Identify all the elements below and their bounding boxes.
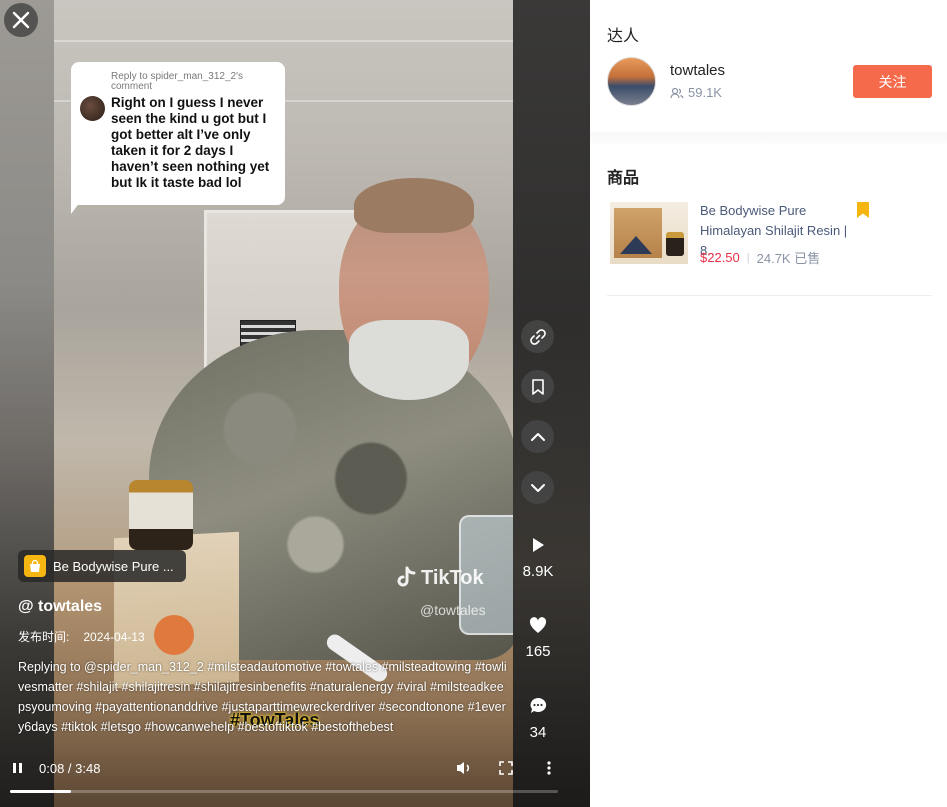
app-root: Reply to spider_man_312_2's comment Righ… bbox=[0, 0, 947, 807]
plays-stat: 8.9K bbox=[514, 536, 562, 580]
product-chip-label: Be Bodywise Pure ... bbox=[53, 558, 174, 574]
progress-bar[interactable] bbox=[10, 790, 558, 793]
product-card[interactable]: Be Bodywise Pure Himalayan Shilajit Resi… bbox=[607, 196, 932, 296]
product-sold: 24.7K 已售 bbox=[756, 251, 821, 266]
reply-header: Reply to spider_man_312_2's comment bbox=[111, 71, 243, 92]
next-video-button[interactable] bbox=[521, 471, 554, 504]
fans-count: 59.1K bbox=[688, 85, 722, 100]
publish-label: 发布时间: bbox=[18, 630, 70, 644]
followers-icon bbox=[670, 87, 684, 98]
volume-button[interactable] bbox=[455, 760, 473, 781]
chevron-up-icon bbox=[530, 432, 545, 441]
likes-count: 165 bbox=[525, 643, 551, 660]
products-section-title: 商品 bbox=[607, 170, 640, 187]
reply-comment-sticker: Reply to spider_man_312_2's comment Righ… bbox=[71, 62, 285, 205]
comment-icon bbox=[530, 697, 547, 713]
more-options-button[interactable] bbox=[544, 760, 554, 781]
reply-tail bbox=[71, 198, 83, 214]
tiktok-watermark-handle: @towtales bbox=[420, 602, 486, 618]
person-hair bbox=[354, 178, 474, 233]
play-count-icon bbox=[533, 538, 544, 552]
thumbnail-jar bbox=[666, 232, 684, 256]
section-divider bbox=[590, 132, 947, 144]
commenter-avatar bbox=[80, 96, 105, 121]
close-icon bbox=[12, 11, 30, 29]
bookmark-button[interactable] bbox=[521, 370, 554, 403]
fullscreen-icon bbox=[499, 761, 513, 775]
price-row: $22.50 | 24.7K 已售 bbox=[700, 248, 820, 267]
likes-stat[interactable]: 165 bbox=[514, 617, 562, 660]
creator-section-title: 达人 bbox=[607, 28, 640, 45]
product-chip[interactable]: Be Bodywise Pure ... bbox=[18, 550, 186, 582]
player-controls: 0:08 / 3:48 bbox=[0, 756, 572, 807]
volume-icon bbox=[457, 762, 470, 774]
follow-button[interactable]: 关注 bbox=[853, 65, 932, 98]
product-price: $22.50 bbox=[700, 250, 740, 265]
thumbnail-mountain bbox=[620, 236, 652, 254]
wall-panel-line bbox=[54, 40, 513, 42]
person-beard bbox=[349, 320, 469, 400]
comments-stat[interactable]: 34 bbox=[514, 697, 562, 741]
shopping-bag-icon bbox=[24, 555, 46, 577]
video-viewer: Reply to spider_man_312_2's comment Righ… bbox=[0, 0, 590, 807]
chevron-down-icon bbox=[530, 483, 545, 492]
bookmark-badge-icon bbox=[857, 202, 869, 218]
author-name[interactable]: @ towtales bbox=[18, 598, 102, 616]
comments-count: 34 bbox=[529, 724, 547, 741]
tiktok-watermark: TikTok bbox=[395, 566, 484, 590]
tiktok-logo-icon bbox=[397, 566, 416, 587]
publish-date: 2024-04-13 bbox=[83, 630, 145, 644]
tiktok-brand: TikTok bbox=[421, 566, 484, 589]
playback-time: 0:08 / 3:48 bbox=[39, 761, 101, 776]
creator-fans: 59.1K bbox=[670, 85, 722, 100]
heart-icon bbox=[529, 617, 547, 633]
creator-name[interactable]: towtales bbox=[670, 62, 725, 79]
product-thumbnail bbox=[610, 202, 688, 264]
video-description: Replying to @spider_man_312_2 #milsteada… bbox=[18, 660, 507, 734]
product-box-sun bbox=[154, 615, 194, 655]
bookmark-icon bbox=[531, 378, 544, 395]
creator-avatar[interactable] bbox=[607, 57, 656, 106]
pause-button[interactable] bbox=[10, 760, 26, 781]
video-blur-right bbox=[513, 0, 590, 807]
plays-count: 8.9K bbox=[522, 563, 554, 580]
close-button[interactable] bbox=[4, 3, 38, 37]
reply-text: Right on I guess I never seen the kind u… bbox=[111, 95, 270, 190]
fullscreen-button[interactable] bbox=[498, 760, 514, 781]
publish-info: 发布时间: 2024-04-13 bbox=[18, 628, 145, 645]
previous-video-button[interactable] bbox=[521, 420, 554, 453]
price-separator: | bbox=[746, 251, 750, 264]
link-icon bbox=[529, 328, 546, 345]
copy-link-button[interactable] bbox=[521, 320, 554, 353]
progress-fill bbox=[10, 790, 71, 793]
product-jar bbox=[129, 480, 193, 550]
pause-icon bbox=[13, 763, 22, 773]
more-vertical-icon bbox=[547, 761, 551, 775]
info-panel: 达人 towtales 59.1K 关注 商品 Be Bodywise Pure… bbox=[590, 0, 947, 807]
